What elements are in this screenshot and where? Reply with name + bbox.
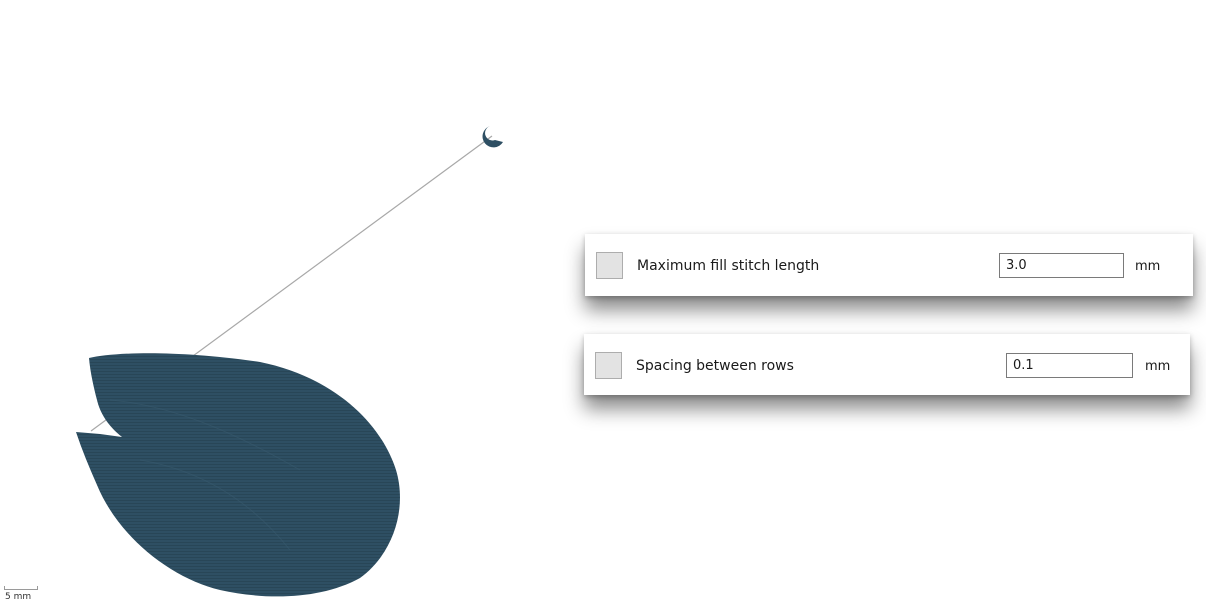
max-fill-stitch-length-checkbox[interactable] <box>596 252 623 279</box>
max-fill-stitch-length-unit: mm <box>1135 259 1161 274</box>
start-stitch-marker <box>482 126 503 148</box>
leaf-fill-shape <box>76 353 400 597</box>
embroidery-preview-canvas <box>76 126 503 597</box>
scale-bar-line <box>4 586 38 590</box>
param-row-spacing-between-rows: Spacing between rows mm <box>584 334 1190 395</box>
spacing-between-rows-input[interactable] <box>1006 353 1133 378</box>
spacing-between-rows-unit: mm <box>1145 359 1171 374</box>
max-fill-stitch-length-input[interactable] <box>999 253 1124 278</box>
param-row-max-fill-stitch-length: Maximum fill stitch length mm <box>585 234 1193 296</box>
scale-bar: 5 mm <box>4 584 40 612</box>
scale-bar-label: 5 mm <box>5 592 32 602</box>
max-fill-stitch-length-label: Maximum fill stitch length <box>637 258 820 274</box>
spacing-between-rows-label: Spacing between rows <box>636 358 794 374</box>
spacing-between-rows-checkbox[interactable] <box>595 352 622 379</box>
